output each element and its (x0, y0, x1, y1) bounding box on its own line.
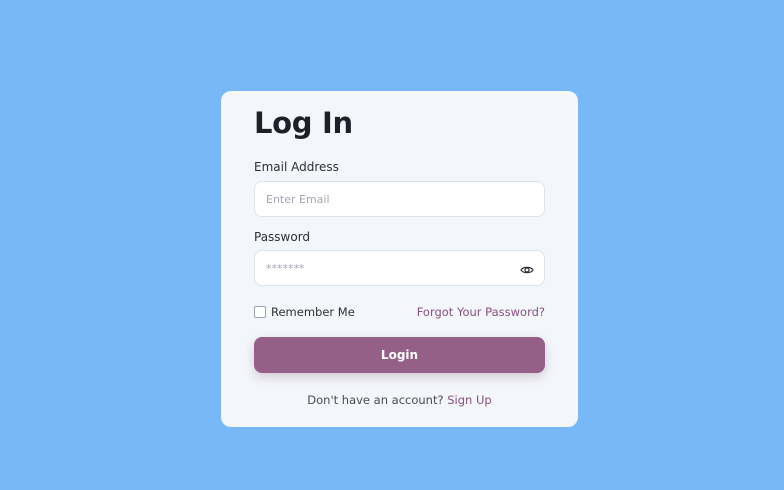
page-title: Log In (254, 106, 353, 140)
signup-row: Don't have an account? Sign Up (221, 393, 578, 407)
signup-link[interactable]: Sign Up (447, 393, 491, 407)
password-label: Password (254, 230, 311, 244)
email-label: Email Address (254, 160, 339, 174)
password-field-wrapper (254, 250, 545, 286)
remember-me-checkbox-group[interactable]: Remember Me (254, 305, 355, 319)
remember-me-label: Remember Me (271, 305, 355, 319)
email-input[interactable] (255, 182, 544, 216)
eye-icon[interactable] (520, 262, 534, 276)
password-input[interactable] (255, 251, 544, 285)
options-row: Remember Me Forgot Your Password? (254, 304, 545, 320)
signup-prompt: Don't have an account? (307, 393, 448, 407)
email-field-wrapper (254, 181, 545, 217)
login-card: Log In Email Address Password Remember M… (221, 91, 578, 427)
page-background: { "form": { "title": "Log In", "email_la… (0, 0, 784, 490)
forgot-password-link[interactable]: Forgot Your Password? (417, 305, 545, 319)
login-button[interactable]: Login (254, 337, 545, 373)
remember-me-checkbox[interactable] (254, 306, 266, 318)
